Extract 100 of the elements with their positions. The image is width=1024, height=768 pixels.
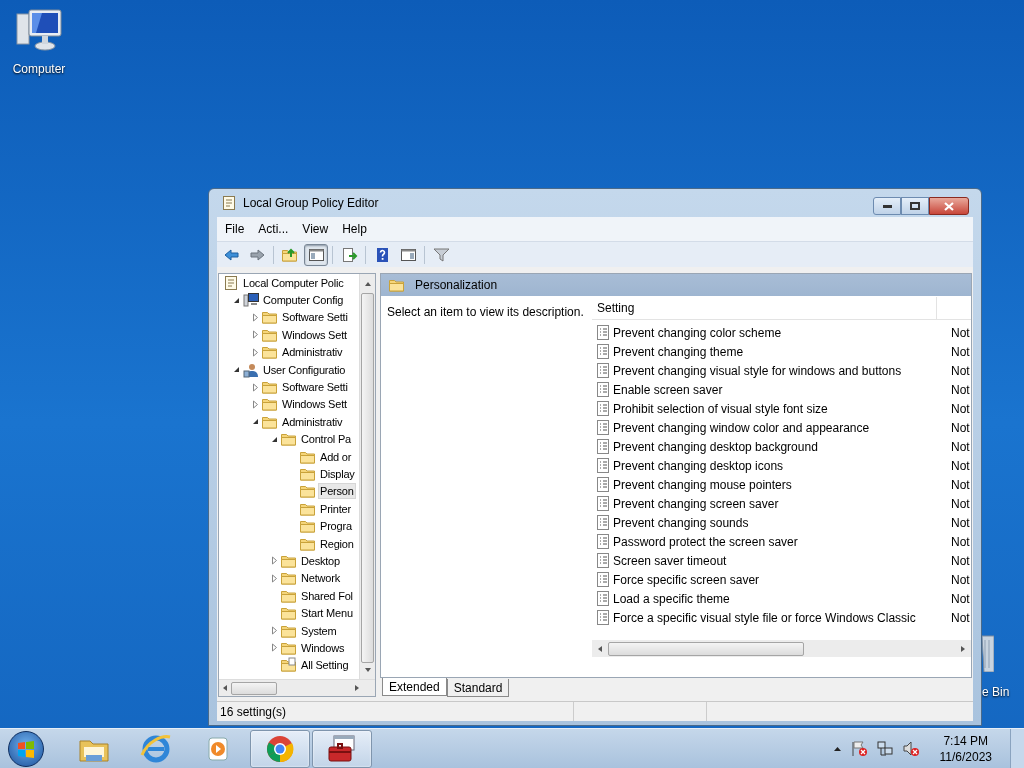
menu-item[interactable]: Help bbox=[336, 219, 373, 239]
tree-item[interactable]: Administrativ bbox=[280, 413, 345, 430]
tray-icon[interactable] bbox=[875, 739, 894, 758]
horizontal-scrollbar[interactable] bbox=[592, 640, 971, 657]
minimize-button[interactable] bbox=[873, 197, 901, 215]
horizontal-scrollbar[interactable] bbox=[219, 679, 375, 696]
table-cell-text: Screen saver timeout bbox=[613, 552, 728, 570]
status-text: 16 setting(s) bbox=[219, 703, 288, 721]
back-arrow-icon bbox=[222, 246, 240, 263]
table-cell-text: Prevent changing sounds bbox=[613, 514, 750, 532]
tray-icon[interactable] bbox=[849, 739, 868, 758]
setting-icon bbox=[596, 401, 610, 416]
scroll-right-icon bbox=[959, 644, 967, 653]
tree-item[interactable]: Software Setti bbox=[280, 309, 350, 326]
menu-item[interactable]: View bbox=[296, 219, 335, 239]
table-cell-text: Not bbox=[951, 324, 970, 342]
tree-item[interactable]: Person bbox=[318, 483, 356, 500]
settings-folder-icon bbox=[281, 657, 297, 674]
clock[interactable]: 7:14 PM 11/6/2023 bbox=[939, 732, 992, 765]
setting-icon bbox=[596, 553, 610, 568]
tree-item[interactable]: Start Menu bbox=[299, 605, 355, 622]
folder-icon bbox=[281, 431, 297, 448]
table-cell-text: Load a specific theme bbox=[613, 590, 731, 608]
toolbar-button[interactable] bbox=[304, 243, 328, 266]
table-cell-text: Password protect the screen saver bbox=[613, 533, 799, 551]
table-cell-text: Prevent changing screen saver bbox=[613, 495, 780, 513]
tree-item[interactable]: Printer bbox=[318, 500, 353, 517]
forward-arrow-icon bbox=[248, 246, 266, 263]
vertical-scrollbar[interactable] bbox=[359, 274, 375, 679]
table-cell-text: Prohibit selection of visual style font size bbox=[613, 400, 829, 418]
folder-icon bbox=[262, 396, 278, 413]
table-cell-text: Not bbox=[951, 419, 970, 437]
tree-item[interactable]: User Configuratio bbox=[261, 361, 348, 378]
tree-item[interactable]: Add or bbox=[318, 448, 354, 465]
table-cell-text: Prevent changing color scheme bbox=[613, 324, 783, 342]
scroll-thumb[interactable] bbox=[231, 681, 277, 695]
setting-icon bbox=[596, 572, 610, 587]
clock-date: 11/6/2023 bbox=[939, 748, 992, 765]
icon-label: e Bin bbox=[982, 684, 1010, 701]
tree-item[interactable]: Windows Sett bbox=[280, 396, 349, 413]
setting-icon bbox=[596, 363, 610, 378]
setting-icon bbox=[596, 534, 610, 549]
setting-icon bbox=[596, 458, 610, 473]
tray-icon[interactable] bbox=[832, 745, 842, 752]
setting-icon bbox=[596, 439, 610, 454]
start-button[interactable] bbox=[8, 730, 44, 767]
tree-item[interactable]: Progra bbox=[318, 518, 354, 535]
scroll-thumb[interactable] bbox=[608, 641, 804, 656]
menu-item[interactable]: Acti... bbox=[252, 219, 295, 239]
tree-item[interactable]: Windows bbox=[299, 639, 347, 656]
table-cell-text: Enable screen saver bbox=[613, 381, 724, 399]
tree-item[interactable]: Local Computer Polic bbox=[241, 274, 346, 291]
network-icon bbox=[875, 739, 894, 758]
up-caret-icon bbox=[832, 745, 842, 752]
table-cell-text: Not bbox=[951, 571, 970, 589]
windows-logo-icon bbox=[17, 739, 35, 758]
tree-item[interactable]: Display bbox=[318, 466, 357, 482]
tree-item[interactable]: Desktop bbox=[299, 552, 342, 569]
scroll-thumb[interactable] bbox=[361, 293, 374, 663]
tree-item[interactable]: Region bbox=[318, 535, 356, 552]
table-cell-text: Not bbox=[951, 609, 970, 627]
close-button[interactable] bbox=[929, 197, 969, 215]
filter-icon bbox=[432, 246, 450, 263]
table-cell-text: Prevent changing window color and appearance bbox=[613, 419, 871, 437]
tray-icon[interactable] bbox=[901, 739, 920, 758]
tree-item[interactable]: Shared Fol bbox=[299, 587, 355, 604]
tree-item[interactable]: Administrativ bbox=[280, 344, 345, 361]
table-cell-text: Not bbox=[951, 438, 970, 456]
folder-icon bbox=[389, 277, 405, 293]
setting-icon bbox=[596, 515, 610, 530]
menu-item[interactable]: File bbox=[219, 219, 251, 239]
tree-item[interactable]: Computer Config bbox=[261, 292, 346, 309]
table-cell-text: Prevent changing desktop icons bbox=[613, 457, 785, 475]
setting-icon bbox=[596, 591, 610, 606]
tree-item[interactable]: Network bbox=[299, 570, 342, 587]
computer-icon bbox=[243, 292, 259, 309]
setting-icon bbox=[596, 610, 610, 625]
scroll-right-icon bbox=[353, 684, 361, 692]
tree-item[interactable]: Software Setti bbox=[280, 379, 350, 396]
table-cell-text: Prevent changing mouse pointers bbox=[613, 476, 793, 494]
tab[interactable]: Extended bbox=[382, 678, 447, 696]
table-cell-text: Not bbox=[951, 552, 970, 570]
table-cell-text: Not bbox=[951, 476, 970, 494]
tab[interactable]: Standard bbox=[446, 679, 510, 697]
taskbar-button[interactable] bbox=[312, 729, 372, 768]
table-cell-text: Not bbox=[951, 590, 970, 608]
column-header[interactable]: Setting bbox=[592, 297, 937, 319]
folder-icon bbox=[300, 518, 316, 535]
tree-item[interactable]: System bbox=[299, 622, 339, 639]
tree-item[interactable]: All Setting bbox=[299, 657, 351, 674]
computer-icon bbox=[15, 8, 63, 54]
table-cell-text: Not bbox=[951, 362, 970, 380]
tree-item[interactable]: Control Pa bbox=[299, 431, 353, 448]
folder-icon bbox=[262, 344, 278, 361]
table-cell-text: Not bbox=[951, 343, 970, 361]
clock-time: 7:14 PM bbox=[943, 732, 989, 749]
maximize-button[interactable] bbox=[901, 197, 929, 215]
tree-item[interactable]: Windows Sett bbox=[280, 326, 349, 343]
table-cell-text: Force specific screen saver bbox=[613, 571, 761, 589]
table-cell-text: Not bbox=[951, 381, 970, 399]
